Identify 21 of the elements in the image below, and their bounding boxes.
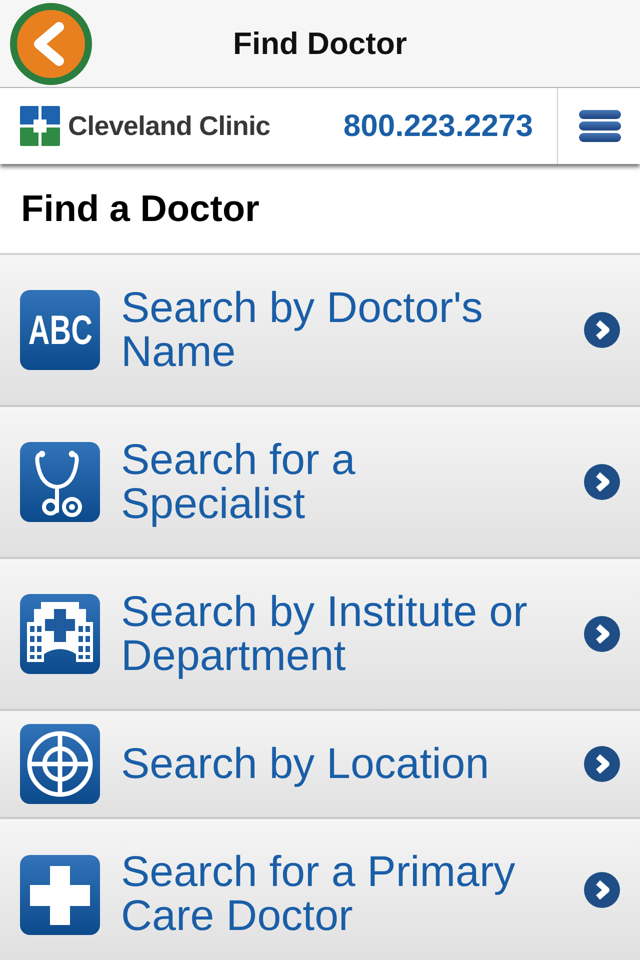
chevron-right-icon (584, 464, 620, 500)
chevron-left-icon (32, 20, 66, 66)
hospital-icon (20, 594, 100, 674)
search-option[interactable]: Search by Institute or Department (0, 559, 640, 711)
chevron-right-icon (584, 746, 620, 782)
menu-icon (579, 110, 621, 142)
letters-icon: ABC (20, 290, 100, 370)
chevron-right-icon (584, 616, 620, 652)
stethoscope-icon (20, 442, 100, 522)
page-heading: Find a Doctor (21, 188, 260, 230)
screen-title: Find Doctor (233, 26, 407, 62)
chevron-right-icon (584, 872, 620, 908)
plus-icon (20, 855, 100, 935)
crosshair-icon (20, 724, 100, 804)
chevron-right-icon (584, 312, 620, 348)
search-option[interactable]: Search by Location (0, 711, 640, 819)
brand-name: Cleveland Clinic (68, 110, 270, 142)
search-option[interactable]: Search for a Specialist (0, 407, 640, 559)
phone-link[interactable]: 800.223.2273 (343, 108, 533, 144)
search-option[interactable]: Search for a Primary Care Doctor (0, 819, 640, 960)
logo-icon (20, 106, 60, 146)
